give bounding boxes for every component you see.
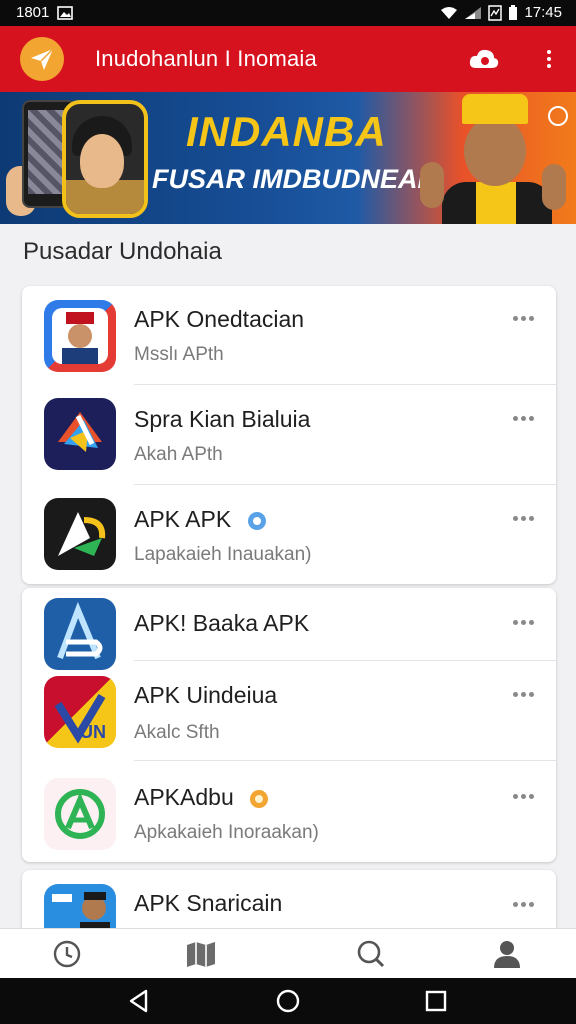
- image-notification-icon: [57, 5, 74, 20]
- nav-profile[interactable]: [490, 937, 524, 971]
- svg-text:UN: UN: [80, 722, 106, 742]
- item-more-button[interactable]: [513, 620, 534, 625]
- section-title: Pusadar Undohaia: [23, 238, 222, 265]
- app-name: APK! Baaka APK: [134, 610, 310, 636]
- search-icon: [357, 940, 385, 968]
- nav-search[interactable]: [354, 937, 388, 971]
- item-more-button[interactable]: [513, 516, 534, 521]
- system-navigation-bar: [0, 978, 576, 1024]
- list-item[interactable]: Spra Kian Bialuia Akah APth: [22, 384, 556, 484]
- app-name: Spra Kian Bialuia: [134, 406, 311, 432]
- profile-icon: [494, 941, 520, 968]
- banner-subheadline: FUSAR IMDBUDNEAI: [152, 164, 425, 194]
- bottom-navigation: [0, 928, 576, 979]
- app-title: Inudohanlun I Inomaia: [95, 46, 317, 71]
- list-item[interactable]: APK Snaricain: [22, 870, 556, 928]
- list-item[interactable]: APK Onedtacian Msslı APth: [22, 286, 556, 384]
- item-more-button[interactable]: [513, 902, 534, 907]
- map-icon: [187, 942, 215, 967]
- app-icon: [44, 884, 116, 928]
- signal-icon: [465, 6, 482, 19]
- nav-explore[interactable]: [184, 937, 218, 971]
- app-name: APK APK: [134, 506, 268, 533]
- app-icon: UN: [44, 676, 116, 748]
- status-bar: 1801 17:45: [0, 0, 576, 26]
- verified-badge-icon: [247, 511, 266, 530]
- banner-woman-image: [62, 100, 148, 218]
- recents-icon[interactable]: [423, 988, 449, 1014]
- app-icon: [44, 300, 116, 372]
- app-list-card: APK Snaricain: [22, 870, 556, 928]
- list-item[interactable]: UN APK Uindeiua Akalc Sfth: [22, 660, 556, 760]
- app-name: APK Onedtacian: [134, 306, 305, 332]
- overflow-menu-button[interactable]: [542, 44, 556, 74]
- app-subtitle: Apkakaieh Inoraakan): [134, 822, 319, 843]
- nav-history[interactable]: [50, 937, 84, 971]
- app-icon: [44, 778, 116, 850]
- item-more-button[interactable]: [513, 794, 534, 799]
- app-list-card: APK! Baaka APK UN APK Uindeiua Akalc Sft…: [22, 588, 556, 862]
- battery-icon: [509, 4, 518, 20]
- app-subtitle: Lapakaieh Inauakan): [134, 544, 312, 565]
- app-bar: Inudohanlun I Inomaia: [0, 26, 576, 92]
- app-subtitle: Msslı APth: [134, 344, 224, 365]
- cloud-button[interactable]: [468, 44, 500, 74]
- sim-icon: [488, 4, 503, 21]
- cloud-icon: [469, 49, 499, 68]
- dot: [547, 50, 551, 54]
- dot: [547, 57, 551, 61]
- item-more-button[interactable]: [513, 316, 534, 321]
- list-item[interactable]: APK! Baaka APK: [22, 588, 556, 670]
- app-icon: [44, 398, 116, 470]
- home-icon[interactable]: [275, 988, 301, 1014]
- list-item[interactable]: APK APK Lapakaieh Inauakan): [22, 484, 556, 584]
- app-name: APK Uindeiua: [134, 682, 278, 708]
- banner-headline: INDANBA: [186, 108, 387, 155]
- paper-plane-icon: [31, 48, 54, 70]
- wifi-icon: [441, 6, 458, 19]
- app-logo[interactable]: [20, 37, 64, 81]
- clock-icon: [53, 940, 81, 968]
- app-name: APKAdbu: [134, 784, 270, 811]
- app-name-text: APK APK: [134, 506, 232, 532]
- back-icon[interactable]: [126, 988, 152, 1014]
- banner-badge-icon: [548, 106, 568, 126]
- promo-banner[interactable]: INDANBA FUSAR IMDBUDNEAI: [0, 92, 576, 224]
- app-name-text: APKAdbu: [134, 784, 234, 810]
- item-more-button[interactable]: [513, 692, 534, 697]
- app-subtitle: Akalc Sfth: [134, 722, 220, 743]
- status-time: 17:45: [524, 4, 562, 21]
- app-list-card: APK Onedtacian Msslı APth Spra Kian Bial…: [22, 286, 556, 584]
- app-name: APK Snaricain: [134, 890, 283, 916]
- dot: [547, 64, 551, 68]
- banner-man-image: [420, 92, 570, 224]
- status-left-text: 1801: [16, 4, 50, 21]
- app-icon: [44, 498, 116, 570]
- verified-badge-icon: [250, 789, 269, 808]
- list-item[interactable]: APKAdbu Apkakaieh Inoraakan): [22, 760, 556, 862]
- item-more-button[interactable]: [513, 416, 534, 421]
- app-subtitle: Akah APth: [134, 444, 223, 465]
